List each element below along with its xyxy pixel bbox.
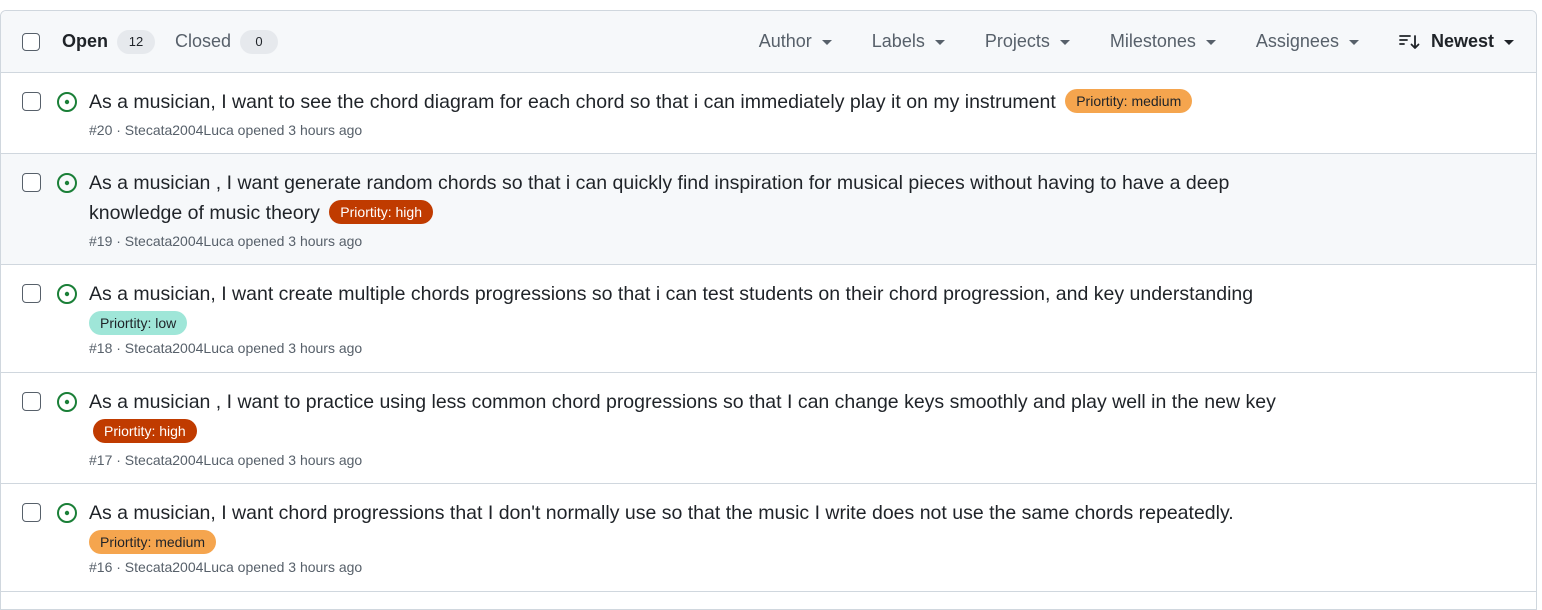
issue-content: As a musician , I want generate random c… — [89, 168, 1319, 251]
issues-list-header: Open 12 Closed 0 Author Labels Projects … — [1, 11, 1536, 73]
issue-row[interactable]: As a musician, I want create multiple ch… — [1, 265, 1536, 373]
author-filter-label: Author — [758, 31, 812, 51]
priority-label[interactable]: Priortity: high — [93, 419, 197, 443]
issue-content: As a musician, I want to see the chord d… — [89, 87, 1319, 140]
issue-title-line: As a musician , I want to practice using… — [89, 387, 1319, 447]
closed-issues-tab[interactable]: Closed 0 — [175, 29, 279, 54]
issue-meta: #16 · Stecata2004Luca opened 3 hours ago — [89, 559, 363, 575]
priority-label[interactable]: Priortity: medium — [1065, 89, 1193, 113]
priority-label[interactable]: Priortity: medium — [89, 530, 217, 554]
issue-content: As a musician, I want chord progressions… — [89, 498, 1319, 577]
chevron-down-icon — [1504, 40, 1514, 45]
sort-dropdown[interactable]: Newest — [1399, 31, 1514, 52]
issue-content: As a musician , I want to practice using… — [89, 387, 1319, 470]
issue-row[interactable]: As a musician, I want to see the chord d… — [1, 73, 1536, 154]
issue-meta: #17 · Stecata2004Luca opened 3 hours ago — [89, 452, 363, 468]
issue-opened-icon — [57, 173, 77, 193]
milestones-filter[interactable]: Milestones — [1110, 31, 1216, 52]
filter-bar: Author Labels Projects Milestones Assign… — [759, 11, 1536, 72]
issue-select-checkbox[interactable] — [22, 173, 41, 192]
chevron-down-icon — [1205, 40, 1216, 45]
issue-row[interactable]: As a musician , I want generate random c… — [1, 154, 1536, 265]
issue-opened-icon — [57, 92, 77, 112]
issue-select-checkbox[interactable] — [22, 392, 41, 411]
milestones-filter-label: Milestones — [1109, 31, 1196, 51]
assignees-filter-label: Assignees — [1255, 31, 1339, 51]
issue-row[interactable]: As a musician, I want chord progressions… — [1, 484, 1536, 592]
issue-title[interactable]: As a musician, I want chord progressions… — [89, 502, 1234, 524]
labels-filter-label: Labels — [871, 31, 925, 51]
issue-opened-icon — [57, 284, 77, 304]
open-issues-label: Open — [62, 31, 109, 51]
issue-meta: #18 · Stecata2004Luca opened 3 hours ago — [89, 340, 363, 356]
issue-opened-icon — [57, 392, 77, 412]
closed-issues-count: 0 — [240, 29, 279, 54]
sort-icon — [1399, 34, 1421, 50]
open-issues-tab[interactable]: Open 12 — [62, 29, 156, 54]
projects-filter[interactable]: Projects — [985, 31, 1070, 52]
issue-title[interactable]: As a musician , I want generate random c… — [89, 172, 1229, 224]
issue-content: As a musician, I want create multiple ch… — [89, 279, 1319, 358]
issue-meta: #20 · Stecata2004Luca opened 3 hours ago — [89, 122, 363, 138]
issues-list: Open 12 Closed 0 Author Labels Projects … — [0, 10, 1537, 610]
assignees-filter[interactable]: Assignees — [1256, 31, 1359, 52]
open-issues-count: 12 — [117, 29, 156, 54]
chevron-down-icon — [1059, 40, 1070, 45]
issue-title-line: As a musician, I want create multiple ch… — [89, 279, 1319, 309]
priority-label[interactable]: Priortity: high — [329, 200, 433, 224]
chevron-down-icon — [1348, 40, 1359, 45]
priority-label[interactable]: Priortity: low — [89, 311, 188, 335]
issue-title-line: As a musician , I want generate random c… — [89, 168, 1319, 228]
issue-meta: #19 · Stecata2004Luca opened 3 hours ago — [89, 233, 363, 249]
issue-select-checkbox[interactable] — [22, 503, 41, 522]
issue-select-checkbox[interactable] — [22, 284, 41, 303]
issue-row[interactable]: As a musician , I want to practice using… — [1, 373, 1536, 484]
labels-filter[interactable]: Labels — [872, 31, 945, 52]
issue-title[interactable]: As a musician, I want to see the chord d… — [89, 91, 1056, 113]
chevron-down-icon — [934, 40, 945, 45]
issue-title[interactable]: As a musician, I want create multiple ch… — [89, 283, 1253, 305]
projects-filter-label: Projects — [984, 31, 1050, 51]
issue-opened-icon — [57, 503, 77, 523]
issue-title-line: As a musician, I want to see the chord d… — [89, 87, 1319, 117]
issue-title[interactable]: As a musician , I want to practice using… — [89, 391, 1276, 413]
chevron-down-icon — [821, 40, 832, 45]
closed-issues-label: Closed — [175, 31, 232, 51]
author-filter[interactable]: Author — [759, 31, 832, 52]
sort-label: Newest — [1430, 31, 1494, 51]
issue-title-line: As a musician, I want chord progressions… — [89, 498, 1319, 528]
issue-select-checkbox[interactable] — [22, 92, 41, 111]
select-all-checkbox[interactable] — [22, 32, 40, 51]
